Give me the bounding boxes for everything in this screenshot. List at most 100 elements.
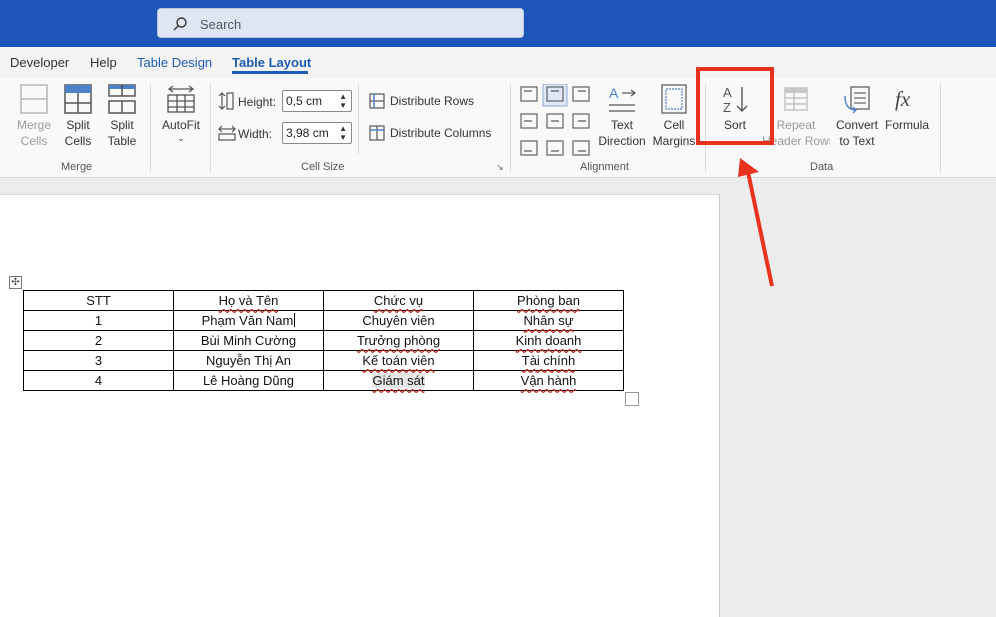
table-cell[interactable]: STT <box>23 290 174 311</box>
table-cell[interactable]: Nguyễn Thị An <box>173 350 324 371</box>
split-cells-button[interactable]: Split Cells <box>58 84 98 149</box>
alignment-group-label: Alignment <box>580 161 629 173</box>
height-label: Height: <box>238 95 277 109</box>
chevron-down-icon: ⌄ <box>177 133 185 143</box>
split-table-label-1: Split <box>110 118 134 132</box>
repeat-header-rows-icon <box>784 87 808 111</box>
column-width-icon <box>218 125 236 141</box>
distribute-rows-icon <box>369 93 385 109</box>
table-cell[interactable]: Phòng ban <box>473 290 624 311</box>
document-page[interactable] <box>0 194 720 617</box>
table-row: 2 Bùi Minh Cường Trưởng phòng Kinh doanh <box>23 330 624 351</box>
cell-text: Chức vụ <box>373 293 424 308</box>
table-row: 1 Phạm Văn Nam Chuyên viên Nhân sự <box>23 310 624 331</box>
data-table[interactable]: STT Họ và Tên Chức vụ Phòng ban 1 Phạm V… <box>23 290 624 391</box>
annotation-arrow-icon <box>738 158 774 287</box>
split-table-button[interactable]: Split Table <box>102 84 142 149</box>
cell-text: Phòng ban <box>517 293 580 308</box>
convert-to-text-button[interactable]: Convert to Text <box>833 84 881 149</box>
cell-text: Chuyên viên <box>362 313 435 328</box>
table-cell[interactable]: Lê Hoàng Dũng <box>173 370 324 391</box>
table-cell[interactable]: Trưởng phòng <box>323 330 474 351</box>
table-cell[interactable]: Phạm Văn Nam <box>173 310 324 331</box>
autofit-label: AutoFit <box>161 118 200 132</box>
convert-to-text-icon <box>844 86 870 114</box>
width-input[interactable]: 3,98 cm ▲ ▼ <box>282 122 352 144</box>
height-input[interactable]: 0,5 cm ▲ ▼ <box>282 90 352 112</box>
cell-margins-label-2: Margins <box>652 134 696 148</box>
distribute-rows-label: Distribute Rows <box>390 94 475 108</box>
cell-text: Giám sát <box>372 373 425 388</box>
search-box[interactable]: Search <box>157 8 524 38</box>
cell-text: Tài chính <box>521 353 576 368</box>
split-cells-icon <box>64 84 92 114</box>
formula-label: Formula <box>884 118 929 132</box>
autofit-icon <box>167 85 195 113</box>
distribute-columns-label: Distribute Columns <box>390 126 492 140</box>
sort-highlight-box <box>696 67 774 145</box>
cell-text: Trưởng phòng <box>356 333 441 348</box>
text-direction-button[interactable]: A Text Direction <box>597 84 647 149</box>
table-move-handle-icon[interactable]: ✣ <box>9 276 22 289</box>
table-cell[interactable]: 3 <box>23 350 174 371</box>
text-cursor <box>294 313 296 327</box>
split-cells-label-2: Cells <box>64 134 92 148</box>
table-cell[interactable]: 2 <box>23 330 174 351</box>
tab-developer[interactable]: Developer <box>10 55 69 70</box>
table-cell[interactable]: Vận hành <box>473 370 624 391</box>
table-cell[interactable]: Kinh doanh <box>473 330 624 351</box>
separator <box>150 84 151 172</box>
spin-arrows-icon[interactable]: ▲ ▼ <box>339 124 347 142</box>
merge-cells-label-1: Merge <box>16 118 51 132</box>
split-table-label-2: Table <box>107 134 137 148</box>
table-row: 3 Nguyễn Thị An Kế toán viên Tài chính <box>23 350 624 371</box>
separator <box>358 84 359 154</box>
cell-text: Nhân sự <box>523 313 574 328</box>
width-label: Width: <box>238 127 273 141</box>
data-group-label: Data <box>810 161 834 173</box>
active-tab-indicator <box>232 71 308 74</box>
tab-table-design[interactable]: Table Design <box>137 55 212 70</box>
search-placeholder: Search <box>200 17 242 32</box>
table-resize-handle[interactable] <box>625 392 639 406</box>
formula-button[interactable]: fx Formula <box>883 84 931 133</box>
cell-text: Kinh doanh <box>515 333 582 348</box>
cell-text: Phạm Văn Nam <box>201 313 294 328</box>
text-direction-icon: A <box>609 85 636 112</box>
dialog-launcher-icon[interactable]: ↘ <box>496 162 504 173</box>
spin-arrows-icon[interactable]: ▲ ▼ <box>339 92 347 110</box>
table-cell[interactable]: Bùi Minh Cường <box>173 330 324 351</box>
table-cell[interactable]: Kế toán viên <box>323 350 474 371</box>
width-value: 3,98 cm <box>286 126 329 140</box>
cell-text: Họ và Tên <box>218 293 279 308</box>
table-cell[interactable]: Chuyên viên <box>323 310 474 331</box>
ribbon-tabs: Developer Help Table Design Table Layout <box>0 47 996 78</box>
cell-margins-icon <box>661 84 687 114</box>
merge-cells-button[interactable]: Merge Cells <box>13 84 55 149</box>
tab-help[interactable]: Help <box>90 55 117 70</box>
table-row: STT Họ và Tên Chức vụ Phòng ban <box>23 290 624 311</box>
search-icon <box>173 17 187 31</box>
split-cells-label-1: Split <box>66 118 90 132</box>
align-cells-icon[interactable] <box>518 83 594 160</box>
cell-text: Kế toán viên <box>362 353 435 368</box>
table-cell[interactable]: Chức vụ <box>323 290 474 311</box>
cell-margins-button[interactable]: Cell Margins <box>651 84 697 149</box>
ribbon-panel: Merge Cells Split Cells Split Table Merg… <box>0 78 996 178</box>
tab-table-layout[interactable]: Table Layout <box>232 55 311 70</box>
cell-size-group-label: Cell Size <box>301 161 345 173</box>
text-direction-label-2: Direction <box>598 134 646 148</box>
separator <box>510 84 511 172</box>
merge-cells-icon <box>20 84 48 114</box>
table-cell[interactable]: 1 <box>23 310 174 331</box>
title-bar: Search <box>0 0 996 47</box>
table-cell[interactable]: 4 <box>23 370 174 391</box>
text-direction-label-1: Text <box>610 118 633 132</box>
table-cell[interactable]: Họ và Tên <box>173 290 324 311</box>
autofit-button[interactable]: AutoFit ⌄ <box>157 84 205 143</box>
table-cell[interactable]: Tài chính <box>473 350 624 371</box>
table-cell[interactable]: Nhân sự <box>473 310 624 331</box>
distribute-columns-icon <box>369 125 385 141</box>
table-cell[interactable]: Giám sát <box>323 370 474 391</box>
cell-margins-label-1: Cell <box>663 118 685 132</box>
